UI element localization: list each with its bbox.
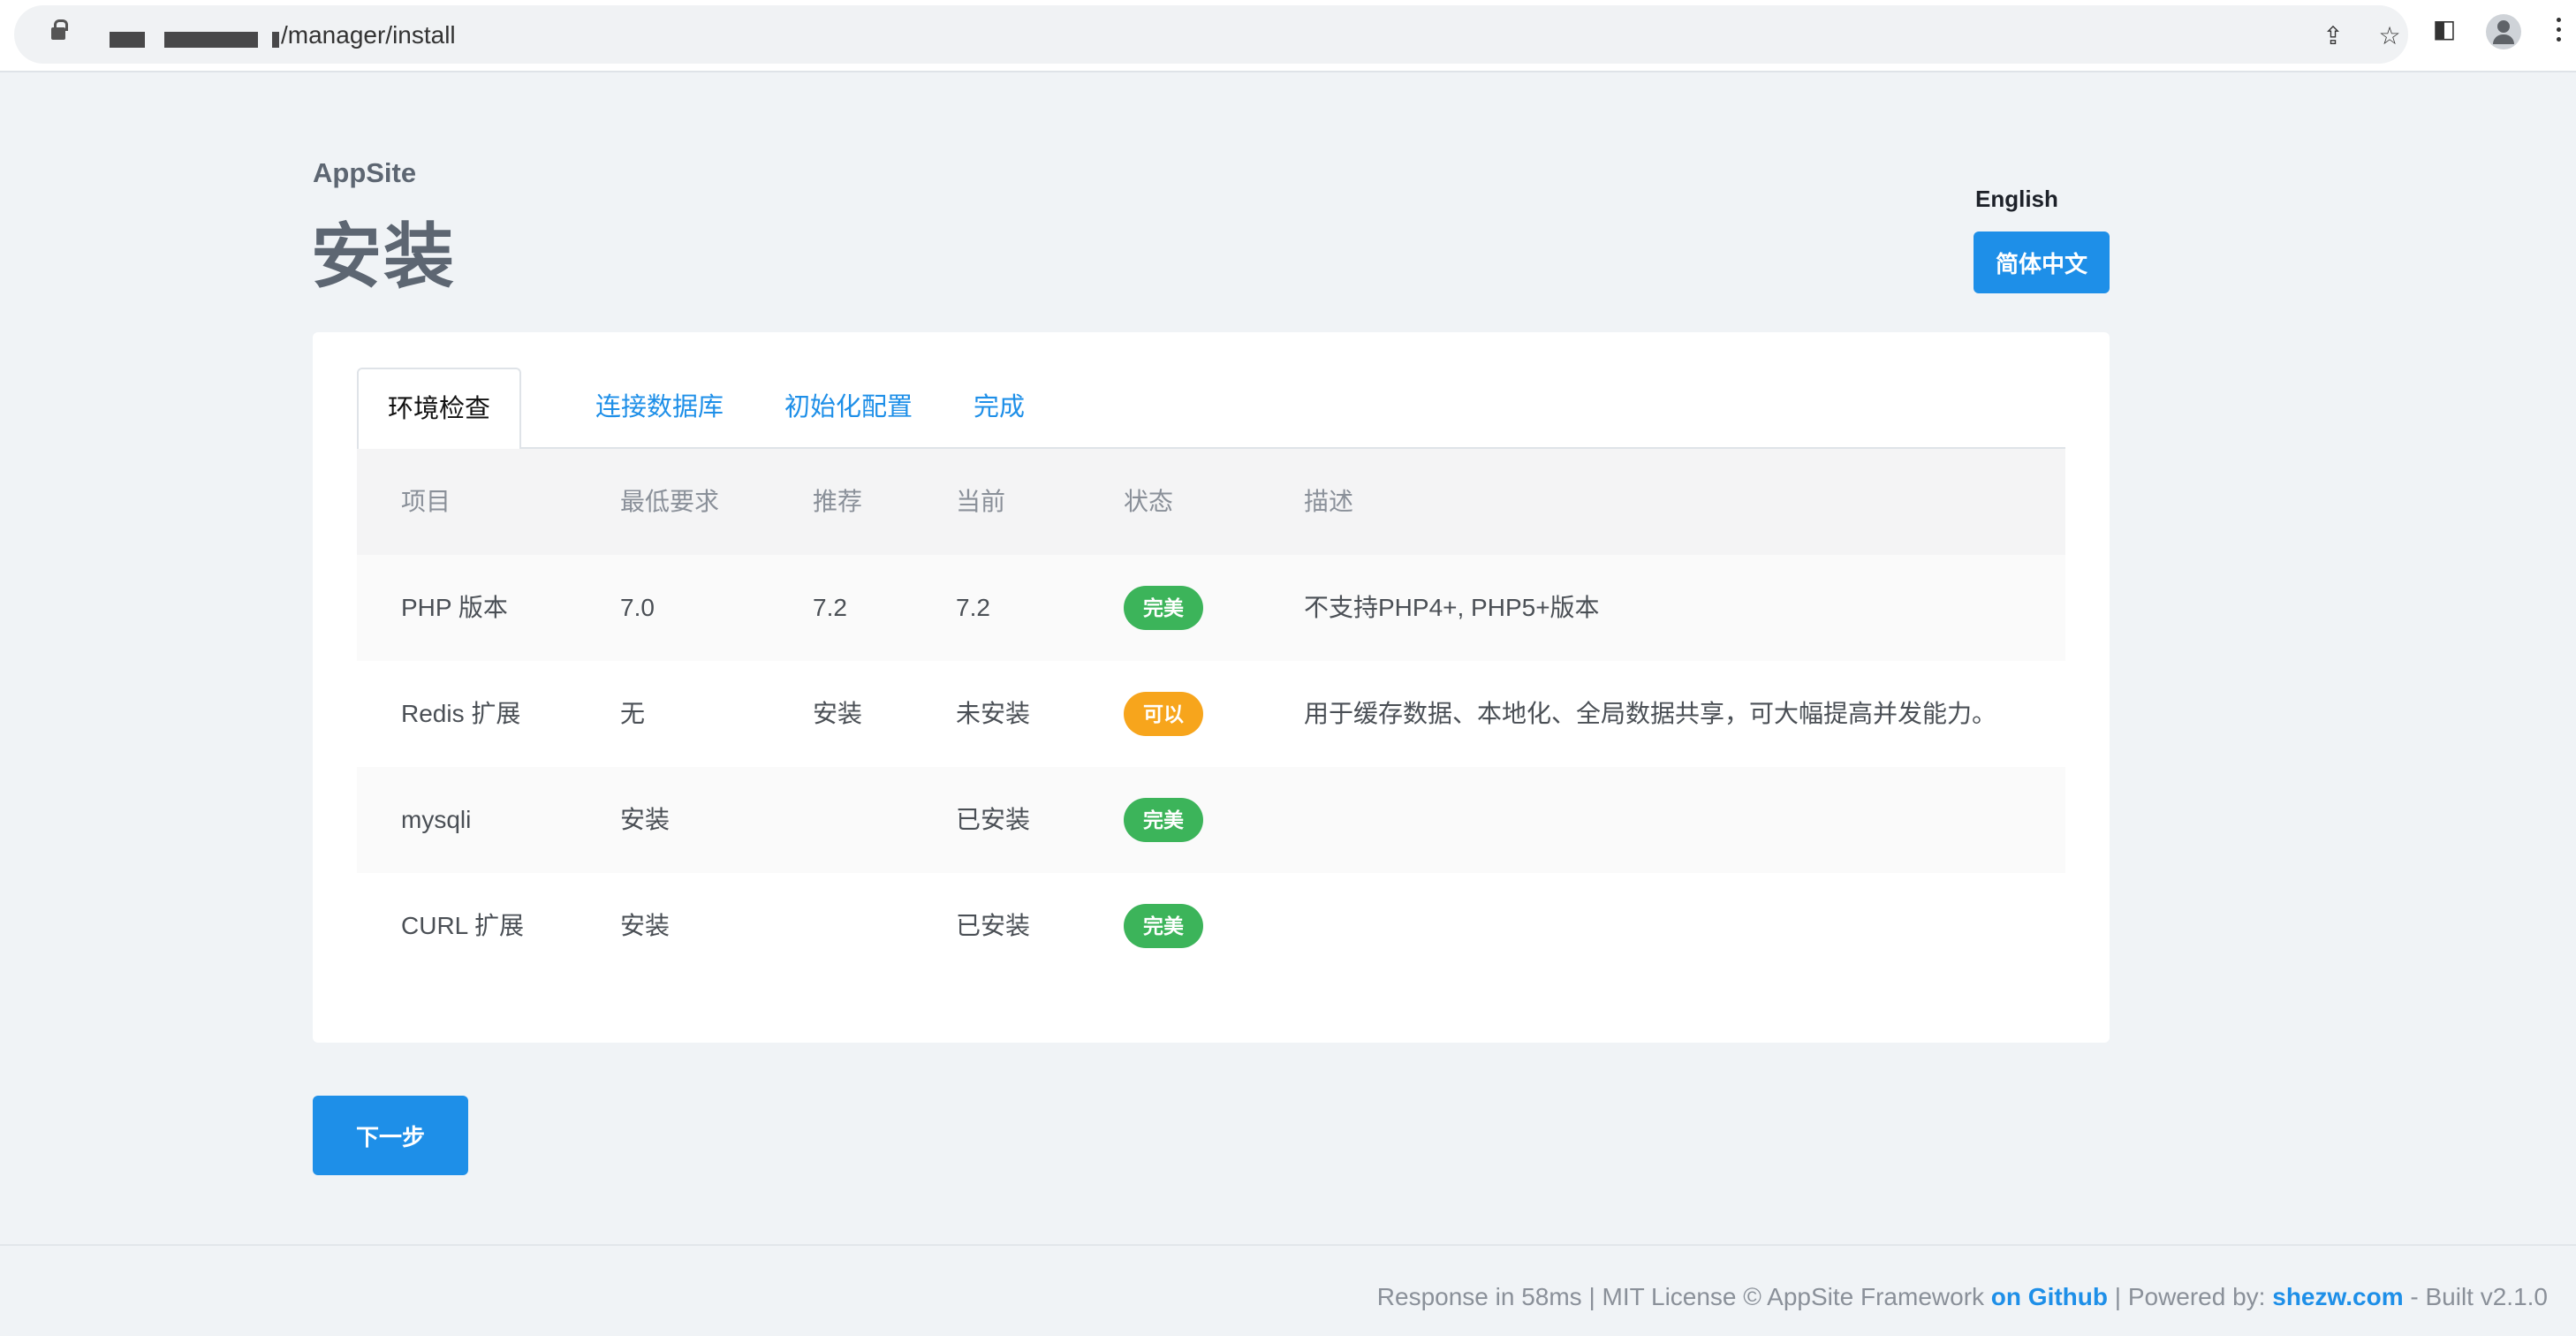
cell-description: 用于缓存数据、本地化、全局数据共享，可大幅提高并发能力。 (1304, 700, 1997, 727)
brand-name: AppSite (313, 157, 417, 188)
column-header: 状态 (1124, 488, 1174, 515)
cell-item: mysqli (401, 806, 472, 833)
bookmark-star-icon[interactable]: ☆ (2376, 23, 2403, 49)
table-header-row: 项目 最低要求 推荐 当前 状态 描述 (357, 449, 2065, 555)
tab-init-config[interactable]: 初始化配置 (784, 368, 913, 449)
cell-description: 不支持PHP4+, PHP5+版本 (1304, 594, 1600, 621)
status-badge: 完美 (1124, 798, 1203, 842)
page-title: 安装 (311, 217, 456, 296)
install-steps-tabs: 环境检查 连接数据库 初始化配置 完成 (357, 368, 2065, 451)
install-card: 环境检查 连接数据库 初始化配置 完成 项目 最低要求 推荐 当前 状态 描述 … (313, 332, 2110, 1043)
language-english-link[interactable]: English (1975, 186, 2058, 213)
language-chinese-button[interactable]: 简体中文 (1974, 232, 2110, 293)
cell-current: 未安装 (956, 700, 1031, 727)
footer-text: Response in 58ms | MIT License © AppSite… (1377, 1283, 2548, 1311)
table-row: mysqli 安装 已安装 完美 (357, 767, 2065, 873)
cell-recommended: 7.2 (813, 594, 847, 621)
redacted-host (272, 32, 279, 48)
tab-environment-check[interactable]: 环境检查 (357, 368, 522, 451)
cell-item: Redis 扩展 (401, 700, 521, 727)
cell-min: 安装 (620, 912, 671, 939)
column-header: 当前 (956, 488, 1006, 515)
cell-min: 安装 (620, 806, 671, 833)
browser-toolbar: /manager/install ⇪ ☆ ◧ (0, 0, 2576, 72)
footer-powered-label: | Powered by: (2107, 1283, 2273, 1310)
cell-item: CURL 扩展 (401, 912, 524, 939)
url-text[interactable]: /manager/install (281, 21, 456, 49)
site-link[interactable]: shezw.com (2272, 1283, 2403, 1310)
tab-finish[interactable]: 完成 (974, 368, 1025, 449)
redacted-host (164, 32, 258, 48)
more-menu-icon[interactable] (2557, 18, 2562, 48)
table-row: CURL 扩展 安装 已安装 完美 (357, 873, 2065, 979)
share-icon[interactable]: ⇪ (2320, 23, 2346, 49)
cell-current: 7.2 (956, 594, 990, 621)
column-header: 描述 (1304, 488, 1354, 515)
status-badge: 可以 (1124, 692, 1203, 736)
tab-connect-database[interactable]: 连接数据库 (595, 368, 724, 449)
cell-current: 已安装 (956, 806, 1031, 833)
cell-current: 已安装 (956, 912, 1031, 939)
column-header: 项目 (401, 488, 451, 515)
cell-item: PHP 版本 (401, 594, 508, 621)
column-header: 最低要求 (620, 488, 720, 515)
lock-icon[interactable] (51, 19, 68, 40)
sidebar-toggle-icon[interactable]: ◧ (2431, 16, 2458, 42)
cell-min: 无 (620, 700, 646, 727)
footer-info: Response in 58ms | MIT License © AppSite… (1376, 1283, 1991, 1310)
page-footer: Response in 58ms | MIT License © AppSite… (0, 1244, 2576, 1336)
redacted-host (110, 32, 145, 48)
github-link[interactable]: on Github (1991, 1283, 2108, 1310)
table-row: PHP 版本 7.0 7.2 7.2 完美 不支持PHP4+, PHP5+版本 (357, 555, 2065, 661)
cell-min: 7.0 (620, 594, 655, 621)
address-bar[interactable]: /manager/install ⇪ ☆ (14, 5, 2408, 64)
status-badge: 完美 (1124, 904, 1203, 948)
profile-avatar-icon[interactable] (2486, 14, 2521, 49)
cell-recommended: 安装 (813, 700, 863, 727)
status-badge: 完美 (1124, 586, 1203, 630)
environment-table: 项目 最低要求 推荐 当前 状态 描述 PHP 版本 7.0 7.2 7.2 完… (357, 449, 2065, 979)
footer-version: - Built v2.1.0 (2403, 1283, 2548, 1310)
next-step-button[interactable]: 下一步 (313, 1096, 468, 1175)
table-row: Redis 扩展 无 安装 未安装 可以 用于缓存数据、本地化、全局数据共享，可… (357, 661, 2065, 767)
column-header: 推荐 (813, 488, 863, 515)
